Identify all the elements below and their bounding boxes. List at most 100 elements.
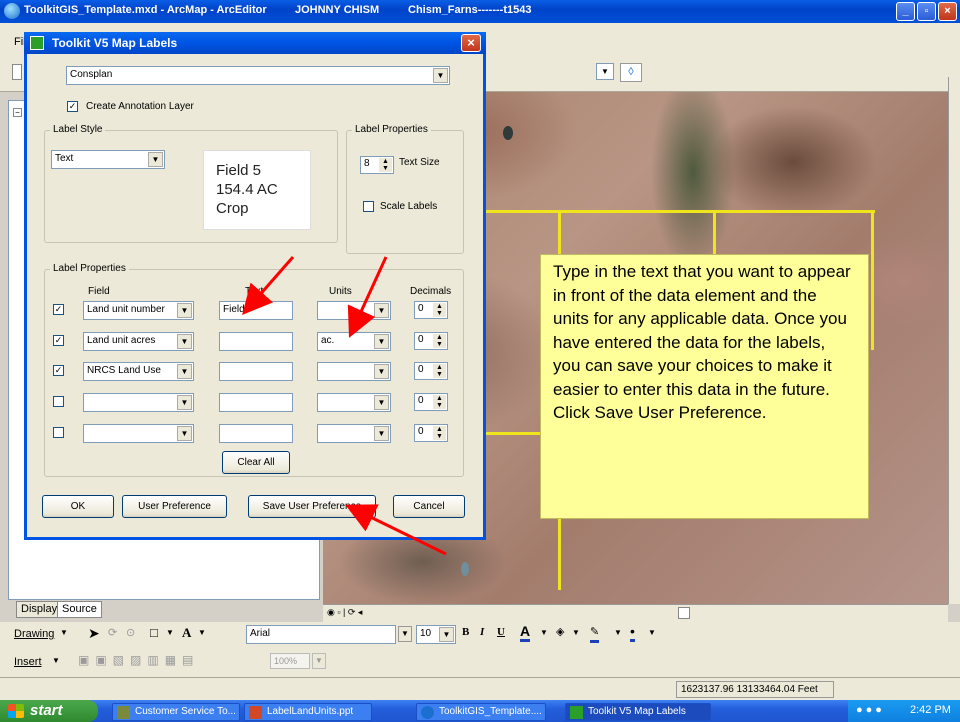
- row-5-checkbox[interactable]: [53, 427, 64, 438]
- layout-view-icons[interactable]: ◉ ▫ | ⟳ ◂: [327, 607, 362, 618]
- row-2-units-select[interactable]: ac. ▼: [317, 332, 391, 351]
- minimize-icon[interactable]: _: [896, 2, 915, 21]
- dropdown-arrow-icon: ▼: [177, 395, 192, 410]
- fill-color-dropdown-arrow-icon[interactable]: ▼: [572, 628, 580, 637]
- marker-color-icon[interactable]: •: [630, 623, 635, 642]
- row-4-units-select[interactable]: ▼: [317, 393, 391, 412]
- zoom-dropdown-arrow-icon[interactable]: ▼: [312, 653, 326, 669]
- font-color-dropdown-arrow-icon[interactable]: ▼: [540, 628, 548, 637]
- select-elements-icon[interactable]: ➤: [88, 625, 100, 642]
- rectangle-icon[interactable]: □: [150, 625, 158, 640]
- field-boundary: [485, 210, 875, 213]
- tab-display[interactable]: Display: [16, 601, 63, 618]
- toolkit-icon: [570, 706, 583, 719]
- drawing-menu[interactable]: Drawing: [14, 628, 54, 640]
- row-5-decimals-spinner[interactable]: 0 ▲ ▼: [414, 424, 448, 442]
- line-color-dropdown-arrow-icon[interactable]: ▼: [614, 628, 622, 637]
- row-5-text-input[interactable]: [219, 424, 293, 443]
- maximize-icon[interactable]: ▫: [917, 2, 936, 21]
- pond-marker: [461, 562, 469, 576]
- ok-button[interactable]: OK: [42, 495, 114, 518]
- font-color-icon[interactable]: A: [520, 623, 531, 642]
- zoom-whole-icon[interactable]: ⊙: [126, 626, 135, 639]
- row-3-units-select[interactable]: ▼: [317, 362, 391, 381]
- create-annotation-checkbox[interactable]: ✓: [67, 101, 78, 112]
- scroll-thumb[interactable]: [678, 607, 690, 619]
- taskbar-item-arcmap[interactable]: ToolkitGIS_Template....: [416, 703, 546, 721]
- underline-icon[interactable]: U: [497, 626, 505, 638]
- text-dropdown-arrow-icon[interactable]: ▼: [198, 628, 206, 637]
- rotate-icon[interactable]: ⟳: [108, 626, 117, 639]
- label-style-select[interactable]: Text ▼: [51, 150, 165, 169]
- tab-source[interactable]: Source: [57, 601, 102, 618]
- start-flag-icon: [8, 704, 24, 718]
- row-2-field-select[interactable]: Land unit acres ▼: [83, 332, 194, 351]
- dropdown-arrow-icon: ▼: [439, 627, 454, 642]
- dialog-titlebar: Toolkit V5 Map Labels: [24, 32, 486, 54]
- row-2-decimals-spinner[interactable]: 0 ▲ ▼: [414, 332, 448, 350]
- font-select[interactable]: Arial: [246, 625, 396, 644]
- cancel-button[interactable]: Cancel: [393, 495, 465, 518]
- close-icon[interactable]: ×: [938, 2, 957, 21]
- create-annotation-label: Create Annotation Layer: [86, 101, 194, 112]
- taskbar-item-toolkit[interactable]: Toolkit V5 Map Labels: [565, 703, 711, 721]
- row-2-checkbox[interactable]: ✓: [53, 335, 64, 346]
- spin-icon: ▲ ▼: [433, 334, 446, 348]
- app-icon: [117, 706, 130, 719]
- clear-all-button[interactable]: Clear All: [222, 451, 290, 474]
- layer-select[interactable]: Consplan ▼: [66, 66, 450, 85]
- taskbar-item-customer-service[interactable]: Customer Service To...: [112, 703, 240, 721]
- row-3-checkbox[interactable]: ✓: [53, 365, 64, 376]
- row-3-text-input[interactable]: [219, 362, 293, 381]
- column-decimals: Decimals: [410, 286, 452, 297]
- row-3-decimals-spinner[interactable]: 0 ▲ ▼: [414, 362, 448, 380]
- taskbar-item-ppt[interactable]: LabelLandUnits.ppt: [244, 703, 372, 721]
- text-properties-group: [346, 130, 464, 254]
- row-3-field-select[interactable]: NRCS Land Use ▼: [83, 362, 194, 381]
- map-vertical-scrollbar[interactable]: [948, 77, 960, 604]
- new-doc-icon[interactable]: [12, 64, 22, 80]
- marker-color-dropdown-arrow-icon[interactable]: ▼: [648, 628, 656, 637]
- field-boundary: [871, 210, 874, 350]
- dialog-close-icon[interactable]: ×: [461, 34, 481, 52]
- scale-dropdown-arrow-icon[interactable]: ▼: [596, 63, 614, 80]
- row-1-decimals-spinner[interactable]: 0 ▲ ▼: [414, 301, 448, 319]
- user-preference-button[interactable]: User Preference: [122, 495, 227, 518]
- layout-tools-icons[interactable]: ▣▣▧▨▥▦▤: [78, 653, 258, 669]
- preview-line-2: 154.4 AC: [216, 181, 278, 198]
- row-4-field-select[interactable]: ▼: [83, 393, 194, 412]
- zoom-percent-select[interactable]: 100%: [270, 653, 310, 669]
- row-5-units-select[interactable]: ▼: [317, 424, 391, 443]
- row-5-field-select[interactable]: ▼: [83, 424, 194, 443]
- dropdown-arrow-icon: ▼: [374, 303, 389, 318]
- scale-labels-checkbox[interactable]: [363, 201, 374, 212]
- preview-line-3: Crop: [216, 200, 249, 217]
- row-1-field-select[interactable]: Land unit number ▼: [83, 301, 194, 320]
- row-1-units-select[interactable]: ▼: [317, 301, 391, 320]
- row-4-checkbox[interactable]: [53, 396, 64, 407]
- text-size-label: Text Size: [399, 157, 440, 168]
- row-4-decimals-spinner[interactable]: 0 ▲ ▼: [414, 393, 448, 411]
- map-horizontal-scrollbar[interactable]: ◉ ▫ | ⟳ ◂: [323, 604, 948, 622]
- row-4-text-input[interactable]: [219, 393, 293, 412]
- rectangle-dropdown-arrow-icon[interactable]: ▼: [166, 628, 174, 637]
- tray-icons[interactable]: ●●●: [856, 704, 885, 716]
- row-1-text-input[interactable]: Field: [219, 301, 293, 320]
- text-size-spinner[interactable]: 8 ▲ ▼: [360, 156, 394, 174]
- toc-collapse-icon[interactable]: −: [13, 108, 22, 117]
- text-tool-icon[interactable]: A: [182, 625, 191, 641]
- line-color-icon[interactable]: ✎: [590, 625, 600, 643]
- drawing-dropdown-arrow-icon[interactable]: ▼: [60, 628, 68, 637]
- fill-color-icon[interactable]: ◈: [556, 625, 564, 638]
- editor-drop-icon[interactable]: ◊: [620, 63, 642, 82]
- font-size-select[interactable]: 10 ▼: [416, 625, 456, 644]
- bold-icon[interactable]: B: [462, 626, 469, 638]
- italic-icon[interactable]: I: [480, 626, 484, 638]
- row-1-checkbox[interactable]: ✓: [53, 304, 64, 315]
- status-coordinates: 1623137.96 13133464.04 Feet: [676, 681, 834, 698]
- font-dropdown-arrow-icon[interactable]: ▼: [398, 626, 412, 642]
- row-2-text-input[interactable]: [219, 332, 293, 351]
- insert-menu[interactable]: Insert: [14, 656, 42, 668]
- save-user-preference-button[interactable]: Save User Preference: [248, 495, 376, 518]
- insert-dropdown-arrow-icon[interactable]: ▼: [52, 656, 60, 665]
